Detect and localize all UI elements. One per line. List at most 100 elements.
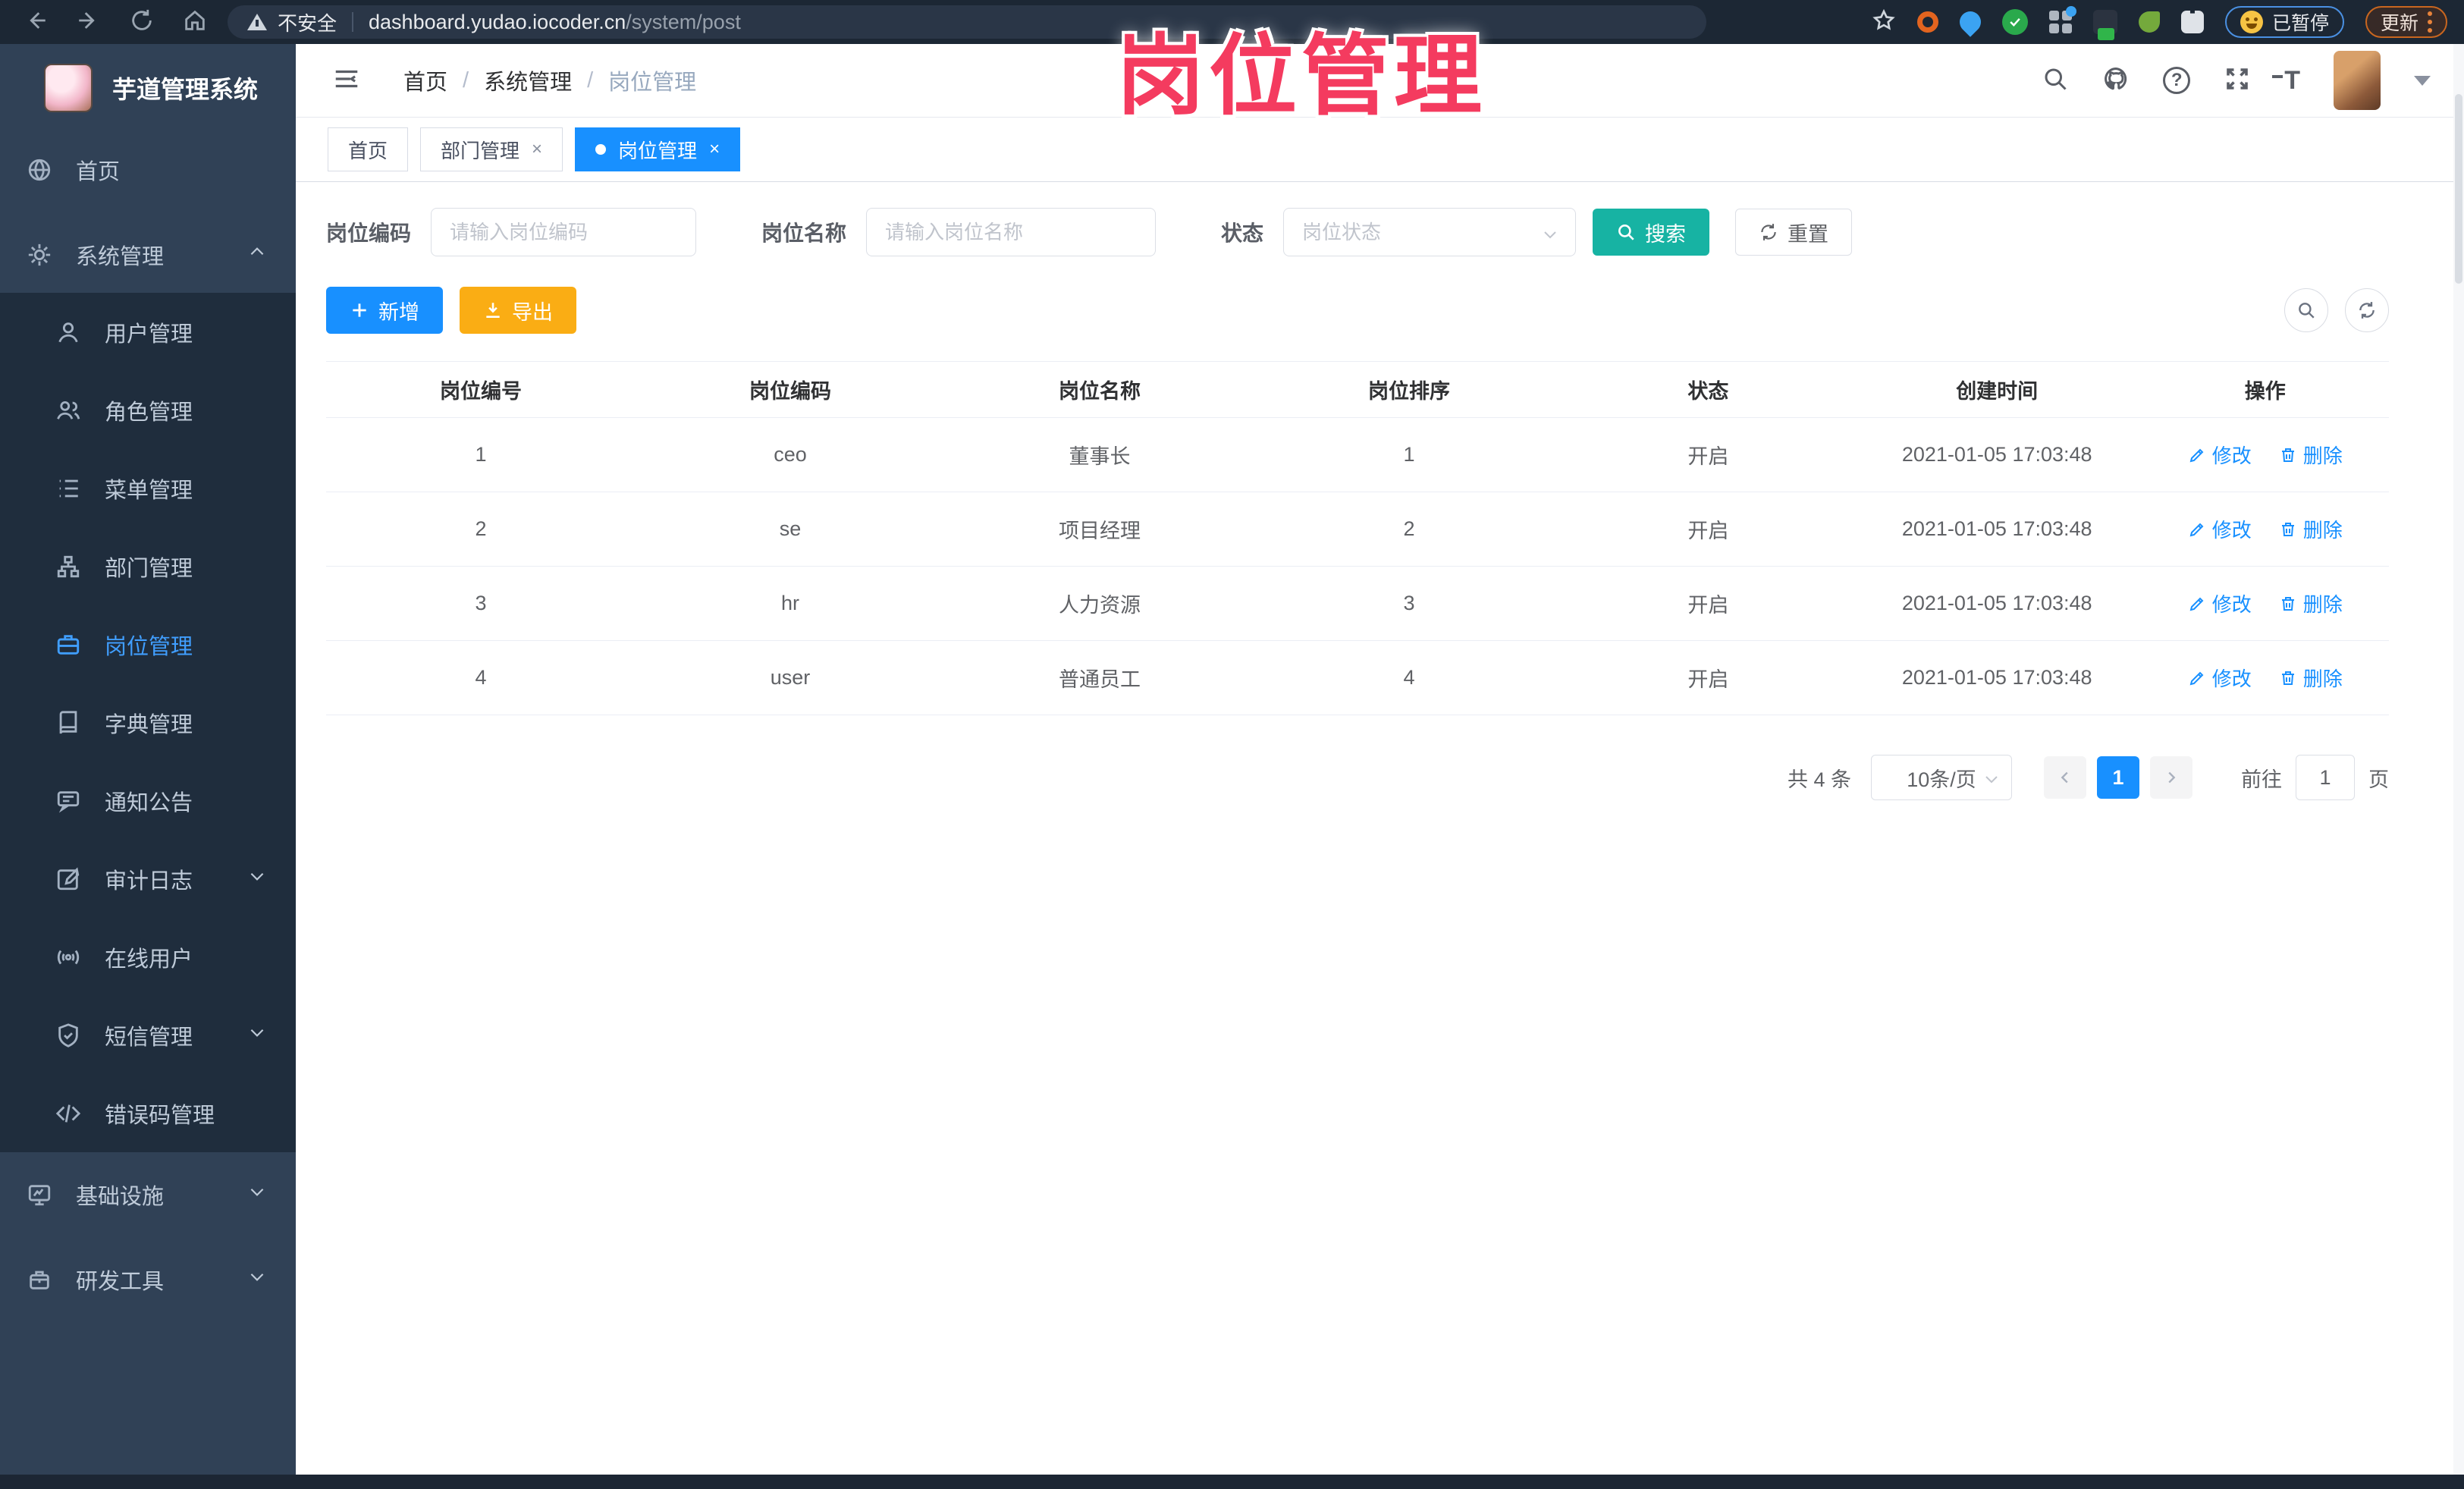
gear-icon [24,242,55,268]
sidebar-item-label: 菜单管理 [105,478,193,503]
filter-form: 岗位编码 岗位名称 状态 搜索 [326,208,2389,256]
page-unit-label: 页 [2368,768,2389,791]
update-button[interactable]: 更新 [2365,6,2447,38]
table-row[interactable]: 3 hr 人力资源 3 开启 2021-01-05 17:03:48 修改 删除 [326,567,2389,641]
browser-home-icon[interactable] [182,8,208,37]
sidebar-item-notices[interactable]: 通知公告 [0,762,296,840]
status-select[interactable] [1283,208,1577,256]
chevron-down-icon [247,1267,267,1293]
add-button[interactable]: 新增 [326,287,443,334]
sidebar-item-dev-tools[interactable]: 研发工具 [0,1237,296,1322]
toggle-search-button[interactable] [2284,288,2328,332]
sidebar-item-infrastructure[interactable]: 基础设施 [0,1152,296,1237]
sidebar-item-home[interactable]: 首页 [0,132,296,208]
help-icon[interactable]: ? [2163,67,2191,94]
column-header: 状态 [1687,380,1729,403]
edit-link[interactable]: 修改 [2188,515,2252,543]
hamburger-icon[interactable] [332,64,361,97]
plus-icon [353,303,366,317]
sidebar-item-label: 审计日志 [105,869,193,894]
reset-button[interactable]: 重置 [1735,209,1853,256]
table-row[interactable]: 1 ceo 董事长 1 开启 2021-01-05 17:03:48 修改 删除 [326,418,2389,492]
extension-orange-icon[interactable] [1916,11,1938,33]
browser-menu-icon[interactable] [2428,11,2432,33]
font-size-icon[interactable]: T [2272,66,2300,96]
page-size-select[interactable]: 10条/页 [1871,755,2012,800]
edit-icon [2189,523,2204,536]
trash-icon [2281,448,2294,462]
scrollbar[interactable] [2453,44,2464,1475]
breadcrumb-system[interactable]: 系统管理 [484,64,572,96]
screen: 不安全 dashboard.yudao.iocoder.cn /system/p… [0,0,2464,1489]
sidebar-item-menus[interactable]: 菜单管理 [0,449,296,527]
edit-link[interactable]: 修改 [2188,664,2252,692]
github-icon[interactable] [2102,65,2130,96]
table-row[interactable]: 2 se 项目经理 2 开启 2021-01-05 17:03:48 修改 删除 [326,492,2389,567]
user-icon [53,319,83,345]
delete-link[interactable]: 删除 [2279,515,2343,543]
post-name-label: 岗位名称 [761,221,847,245]
next-page-button[interactable] [2150,756,2192,799]
sidebar-item-departments[interactable]: 部门管理 [0,527,296,605]
not-secure-warning-icon [247,14,267,30]
sidebar-item-roles[interactable]: 角色管理 [0,371,296,449]
shield-icon [53,1023,83,1048]
goto-page-input[interactable] [2296,755,2355,800]
users-icon [53,397,83,423]
avatar-caret-icon[interactable] [2414,75,2431,86]
paused-badge[interactable]: 已暂停 [2224,6,2344,38]
delete-link[interactable]: 删除 [2279,441,2343,469]
search-button[interactable]: 搜索 [1593,209,1710,256]
online-user-icon [53,944,83,970]
post-code-input[interactable] [431,208,697,256]
breadcrumb-home[interactable]: 首页 [403,64,447,96]
security-label: 不安全 [278,11,337,35]
table-row[interactable]: 4 user 普通员工 4 开启 2021-01-05 17:03:48 修改 … [326,641,2389,715]
close-icon[interactable]: × [532,139,542,160]
edit-link[interactable]: 修改 [2188,441,2252,469]
status-text: 开启 [1687,520,1729,542]
status-text: 开启 [1687,668,1729,691]
refresh-table-button[interactable] [2345,288,2389,332]
extension-pin-icon[interactable] [1955,7,1985,37]
scrollbar-thumb[interactable] [2455,94,2462,284]
current-page-button[interactable]: 1 [2097,756,2139,799]
tab-home[interactable]: 首页 [328,127,409,171]
window-bottom-edge [0,1475,2464,1489]
download-icon [486,303,500,318]
url-host: dashboard.yudao.iocoder.cn [369,10,626,33]
browser-back-icon[interactable] [23,8,49,37]
sidebar-item-dictionary[interactable]: 字典管理 [0,683,296,762]
extensions-puzzle-icon[interactable] [2180,11,2204,33]
delete-link[interactable]: 删除 [2279,589,2343,617]
tab-departments[interactable]: 部门管理 × [420,127,563,171]
column-header: 岗位排序 [1368,380,1450,403]
edit-link[interactable]: 修改 [2188,589,2252,617]
sidebar-item-users[interactable]: 用户管理 [0,293,296,371]
bookmark-star-icon[interactable] [1872,8,1896,36]
extension-grid-icon[interactable] [2048,6,2076,33]
delete-link[interactable]: 删除 [2279,664,2343,692]
sidebar-item-label: 基础设施 [76,1185,165,1209]
close-icon[interactable]: × [709,139,720,160]
extension-check-icon[interactable] [2001,9,2028,35]
extension-sprout-icon[interactable] [2138,11,2160,33]
export-button[interactable]: 导出 [460,287,576,334]
extension-crx-icon[interactable] [2092,10,2117,40]
avatar[interactable] [2334,51,2381,110]
prev-page-button[interactable] [2044,756,2086,799]
sidebar-item-system[interactable]: 系统管理 [0,217,296,293]
sidebar-item-audit-log[interactable]: 审计日志 [0,840,296,918]
fullscreen-icon[interactable] [2224,65,2251,96]
sidebar-item-error-codes[interactable]: 错误码管理 [0,1074,296,1152]
breadcrumb: 首页 / 系统管理 / 岗位管理 [403,64,696,96]
search-icon[interactable] [2042,65,2069,96]
sidebar-item-online-users[interactable]: 在线用户 [0,918,296,996]
tab-posts[interactable]: 岗位管理 × [575,127,741,171]
post-name-input[interactable] [866,208,1157,256]
browser-reload-icon[interactable] [129,8,155,37]
sidebar-item-posts[interactable]: 岗位管理 [0,605,296,683]
browser-forward-icon[interactable] [76,8,102,37]
sidebar-item-label: 短信管理 [105,1025,193,1050]
sidebar-item-sms[interactable]: 短信管理 [0,996,296,1074]
